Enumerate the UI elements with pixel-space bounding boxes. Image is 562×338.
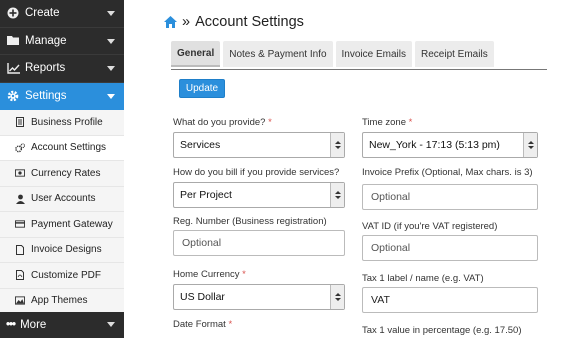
reg-number-label: Reg. Number (Business registration): [173, 216, 327, 227]
gear-icon: [6, 89, 20, 103]
what-provide-select[interactable]: Services: [173, 132, 345, 158]
required-mark: *: [408, 117, 413, 128]
home-currency-select[interactable]: US Dollar: [173, 284, 345, 310]
nav-create[interactable]: Create: [0, 0, 124, 28]
file-icon: [15, 244, 25, 255]
chevron-down-icon: [107, 11, 115, 16]
sidebar-item-label: App Themes: [31, 295, 88, 307]
cogs-icon: [15, 143, 25, 153]
page-title: » Account Settings: [164, 14, 304, 30]
invoice-prefix-input[interactable]: Optional: [362, 184, 538, 210]
folder-icon: [6, 34, 20, 48]
chevron-down-icon: [107, 322, 115, 327]
tab-invoice-emails[interactable]: Invoice Emails: [335, 41, 412, 67]
sidebar-item-app-themes[interactable]: App Themes: [0, 289, 124, 314]
select-arrows-icon: [523, 133, 537, 157]
chevron-down-icon: [107, 93, 115, 99]
document-icon: [15, 117, 25, 128]
update-button[interactable]: Update: [179, 79, 225, 98]
nav-more[interactable]: ••• More: [0, 312, 124, 338]
nav-settings[interactable]: Settings: [0, 82, 124, 110]
tab-bar: General Notes & Payment Info Invoice Ema…: [171, 41, 497, 67]
sidebar-item-label: User Accounts: [31, 193, 96, 205]
select-arrows-icon: [330, 285, 344, 309]
sidebar-item-label: Currency Rates: [31, 167, 101, 179]
sidebar: Create Manage Reports Settings Business …: [0, 0, 124, 338]
sidebar-item-customize-pdf[interactable]: Customize PDF: [0, 263, 124, 289]
sidebar-item-user-accounts[interactable]: User Accounts: [0, 187, 124, 212]
nav-reports[interactable]: Reports: [0, 55, 124, 83]
sidebar-item-business-profile[interactable]: Business Profile: [0, 110, 124, 136]
chevron-down-icon: [107, 66, 115, 71]
select-arrows-icon: [330, 133, 344, 157]
ellipsis-icon: •••: [6, 319, 16, 331]
image-icon: [15, 296, 25, 306]
main-nav: Create Manage Reports Settings: [0, 0, 124, 110]
tab-divider: [171, 69, 547, 70]
money-icon: [15, 168, 25, 178]
tax1-label-input[interactable]: VAT: [362, 287, 538, 313]
plus-circle-icon: [6, 6, 20, 20]
credit-card-icon: [15, 219, 25, 229]
invoice-prefix-label: Invoice Prefix (Optional, Max chars. is …: [362, 167, 533, 178]
main-content: » Account Settings General Notes & Payme…: [124, 0, 562, 338]
sidebar-item-currency-rates[interactable]: Currency Rates: [0, 161, 124, 187]
settings-submenu: Business Profile Account Settings Curren…: [0, 110, 124, 314]
bill-services-select[interactable]: Per Project: [173, 182, 345, 208]
tax1-value-label: Tax 1 value in percentage (e.g. 17.50): [362, 325, 522, 336]
bill-services-label: How do you bill if you provide services?: [173, 167, 340, 178]
date-format-label: Date Format *: [173, 319, 233, 330]
required-mark: *: [242, 269, 246, 280]
sidebar-item-account-settings[interactable]: Account Settings: [0, 135, 124, 161]
nav-create-label: Create: [25, 7, 60, 20]
nav-more-label: More: [20, 319, 47, 331]
tab-receipt-emails[interactable]: Receipt Emails: [415, 41, 494, 67]
required-mark: *: [228, 319, 233, 330]
nav-manage-label: Manage: [25, 34, 67, 47]
sidebar-item-label: Customize PDF: [31, 269, 102, 281]
tax1-label-label: Tax 1 label / name (e.g. VAT): [362, 273, 484, 284]
required-mark: *: [268, 117, 272, 128]
vat-id-input[interactable]: Optional: [362, 235, 538, 261]
sidebar-item-label: Business Profile: [31, 116, 103, 128]
nav-reports-label: Reports: [25, 62, 66, 75]
home-currency-label: Home Currency *: [173, 269, 246, 280]
vat-id-label: VAT ID (if you're VAT registered): [362, 221, 498, 232]
sidebar-item-invoice-designs[interactable]: Invoice Designs: [0, 238, 124, 263]
sidebar-item-payment-gateway[interactable]: Payment Gateway: [0, 212, 124, 238]
breadcrumb-separator: »: [182, 14, 191, 30]
reg-number-input[interactable]: Optional: [173, 230, 345, 256]
home-icon[interactable]: [164, 16, 177, 28]
chevron-down-icon: [107, 38, 115, 44]
sidebar-item-label: Invoice Designs: [31, 244, 102, 256]
sidebar-item-label: Payment Gateway: [31, 218, 113, 230]
nav-settings-label: Settings: [25, 89, 67, 102]
sidebar-item-label: Account Settings: [31, 142, 107, 154]
select-arrows-icon: [330, 183, 344, 207]
pdf-icon: [15, 270, 25, 281]
tab-notes-payment[interactable]: Notes & Payment Info: [223, 41, 333, 67]
tab-general[interactable]: General: [171, 41, 221, 67]
time-zone-label: Time zone *: [362, 117, 413, 128]
what-provide-label: What do you provide? *: [173, 117, 272, 128]
line-chart-icon: [6, 61, 20, 75]
page-title-text: Account Settings: [195, 14, 304, 30]
time-zone-select[interactable]: New_York - 17:13 (5:13 pm): [362, 132, 538, 158]
nav-manage[interactable]: Manage: [0, 28, 124, 55]
user-icon: [15, 194, 25, 204]
